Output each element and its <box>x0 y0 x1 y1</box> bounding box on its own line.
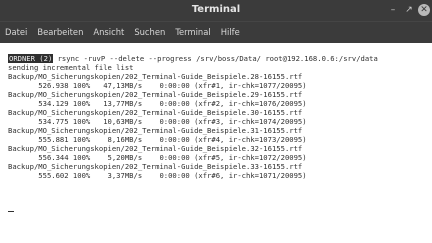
output-line: Backup/MO_Sicherungskopien/202_Terminal-… <box>8 72 303 81</box>
menu-ansicht[interactable]: Ansicht <box>93 27 124 37</box>
output-line: 556.344 100% 5,20MB/s 0:00:00 (xfr#5, ir… <box>8 153 307 162</box>
menu-hilfe[interactable]: Hilfe <box>221 27 240 37</box>
text-cursor <box>8 211 14 212</box>
menu-terminal[interactable]: Terminal <box>175 27 210 37</box>
output-line: 555.602 100% 3,37MB/s 0:00:00 (xfr#6, ir… <box>8 171 307 180</box>
terminal-window: Terminal – ↗ ✕ Datei Bearbeiten Ansicht … <box>0 0 432 243</box>
menu-bearbeiten[interactable]: Bearbeiten <box>37 27 83 37</box>
output-line: 534.775 100% 10,63MB/s 0:00:00 (xfr#3, i… <box>8 117 307 126</box>
output-line: Backup/MO_Sicherungskopien/202_Terminal-… <box>8 126 303 135</box>
menu-bar: Datei Bearbeiten Ansicht Suchen Terminal… <box>0 21 432 43</box>
output-line: 526.938 100% 47,13MB/s 0:00:00 (xfr#1, i… <box>8 81 307 90</box>
output-line: Backup/MO_Sicherungskopien/202_Terminal-… <box>8 162 303 171</box>
output-line: sending incremental file list <box>8 63 134 72</box>
command-text: rsync -ruvP --delete --progress /srv/bos… <box>57 54 378 63</box>
maximize-icon[interactable]: ↗ <box>403 4 415 16</box>
output-line: Backup/MO_Sicherungskopien/202_Terminal-… <box>8 144 303 153</box>
output-line: 555.881 100% 8,16MB/s 0:00:00 (xfr#4, ir… <box>8 135 307 144</box>
command-line: ORDNER (2) rsync -ruvP --delete --progre… <box>8 54 378 63</box>
shell-prompt: ORDNER (2) <box>8 54 54 63</box>
close-icon[interactable]: ✕ <box>418 4 430 16</box>
minimize-icon[interactable]: – <box>387 4 399 16</box>
output-line: 534.129 100% 13,77MB/s 0:00:00 (xfr#2, i… <box>8 99 307 108</box>
menu-datei[interactable]: Datei <box>5 27 27 37</box>
terminal-output[interactable]: ORDNER (2) rsync -ruvP --delete --progre… <box>0 43 432 243</box>
title-bar: Terminal – ↗ ✕ <box>0 0 432 21</box>
window-title: Terminal <box>191 4 241 15</box>
output-line: Backup/MO_Sicherungskopien/202_Terminal-… <box>8 90 303 99</box>
menu-suchen[interactable]: Suchen <box>134 27 165 37</box>
output-line: Backup/MO_Sicherungskopien/202_Terminal-… <box>8 108 303 117</box>
